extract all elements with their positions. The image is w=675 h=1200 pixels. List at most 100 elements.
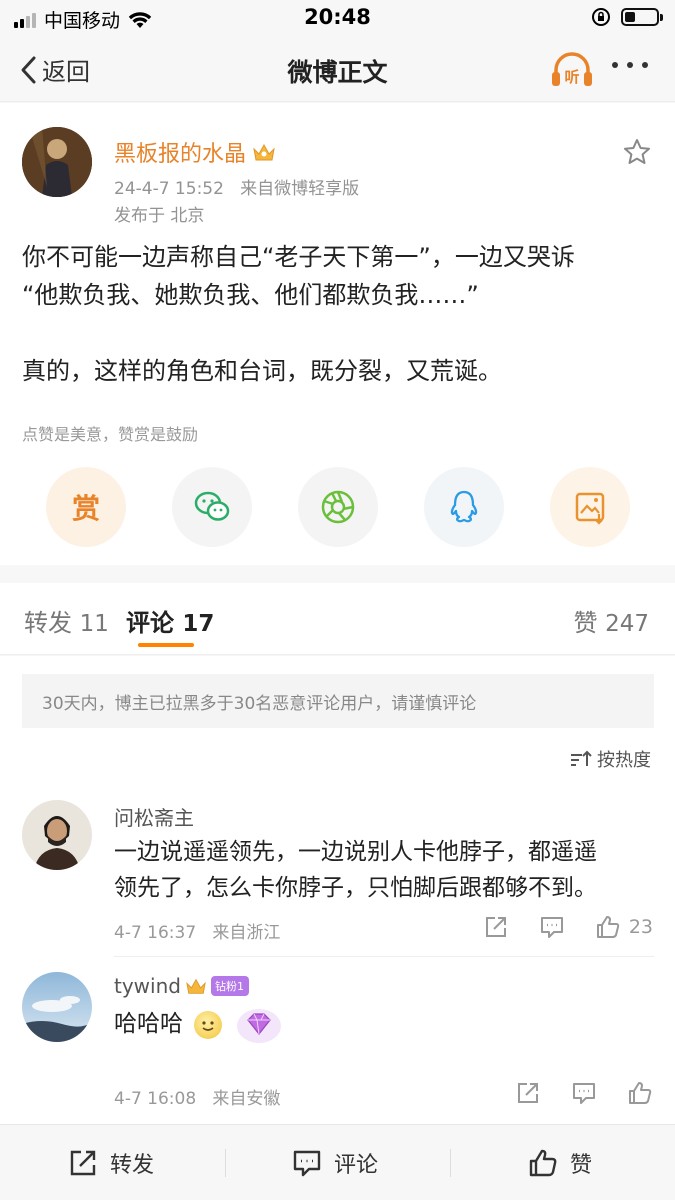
post-content: 你不可能一边声称自己“老子天下第一”，一边又哭诉 “他欺负我、她欺负我、他们都欺…	[22, 238, 662, 390]
image-download-icon	[575, 492, 605, 525]
commenter-name[interactable]: 问松斋主	[114, 802, 194, 831]
share-actions: 赏	[0, 463, 675, 553]
wechat-icon	[194, 491, 230, 521]
tab-comment[interactable]: 评论 17	[126, 603, 214, 638]
nav-bar: 返回 微博正文 听	[0, 36, 675, 102]
post-tabs: 转发 11 评论 17 赞 247	[0, 583, 675, 655]
commenter-name-text: 问松斋主	[114, 806, 194, 830]
post-line: 你不可能一边声称自己“老子天下第一”，一边又哭诉	[22, 243, 575, 271]
post-meta: 24-4-7 15:52 来自微博轻享版	[114, 174, 359, 199]
battery-icon	[621, 8, 663, 26]
repost-button[interactable]: 转发	[68, 1147, 154, 1179]
comment-like-count: 23	[628, 916, 653, 938]
clock: 20:48	[304, 5, 371, 29]
like-label: 赞	[570, 1153, 593, 1178]
comment-time: 4-7 16:37	[114, 923, 197, 943]
smile-emoji-icon	[194, 1010, 223, 1039]
reward-hint: 点赞是美意，赞赏是鼓励	[22, 425, 199, 444]
comment-meta: 4-7 16:08 来自安徽	[114, 1084, 280, 1109]
commenter-avatar[interactable]	[22, 972, 92, 1042]
tab-like-label: 赞	[573, 609, 598, 637]
reply-comment-icon[interactable]	[571, 1080, 597, 1106]
post-card: 黑板报的水晶 24-4-7 15:52 来自微博轻享版 发布于 北京 你不可能一…	[0, 103, 675, 565]
comment-source: 来自安徽	[212, 1089, 281, 1109]
commenter-name[interactable]: tywind 钻粉1	[114, 974, 249, 998]
tab-comment-count: 17	[182, 611, 215, 637]
comment-item: 问松斋主 一边说遥遥领先，一边说别人卡他脖子，都遥遥 领先了，怎么卡你脖子，只怕…	[0, 796, 675, 956]
tab-repost[interactable]: 转发 11	[24, 603, 109, 638]
comment-actions: 23	[483, 914, 653, 940]
commenter-name-text: tywind	[114, 974, 181, 998]
post-line: “他欺负我、她欺负我、他们都欺负我……”	[22, 281, 479, 309]
bottom-action-bar: 转发 评论 赞	[0, 1124, 675, 1200]
comment-text: 哈哈哈	[114, 1006, 654, 1042]
reward-button[interactable]: 赏	[46, 467, 126, 547]
comment-line: 哈哈哈	[114, 1011, 183, 1037]
comment-notice: 30天内，博主已拉黑多于30名恶意评论用户，请谨慎评论	[22, 674, 654, 728]
post-location: 发布于 北京	[114, 206, 205, 226]
like-comment-button[interactable]: 23	[595, 914, 653, 940]
thumbs-up-icon	[596, 916, 620, 938]
weibo-detail-screen: 中国移动 20:48 返回 微博正文 听 黑板报的水晶 24-4-7 15:52…	[0, 0, 675, 1200]
commenter-avatar[interactable]	[22, 800, 92, 870]
comment-time: 4-7 16:08	[114, 1089, 197, 1109]
vip-crown-icon	[186, 978, 206, 994]
share-moments-button[interactable]	[298, 467, 378, 547]
save-image-button[interactable]	[550, 467, 630, 547]
comment-meta: 4-7 16:37 来自浙江	[114, 918, 280, 943]
diamond-gift-icon	[237, 1009, 281, 1043]
more-menu-button[interactable]	[612, 62, 648, 68]
post-source: 来自微博轻享版	[240, 179, 360, 199]
divider	[450, 1149, 451, 1177]
avatar-image	[22, 800, 92, 870]
tab-comment-label: 评论	[126, 609, 174, 637]
share-qq-button[interactable]	[424, 467, 504, 547]
comment-divider	[114, 956, 654, 957]
thumbs-up-icon[interactable]	[627, 1080, 653, 1106]
tab-like[interactable]: 赞 247	[573, 603, 649, 638]
listen-headphones-button[interactable]: 听	[550, 50, 594, 90]
comments-section: 30天内，博主已拉黑多于30名恶意评论用户，请谨慎评论 按热度 问松斋主 一边说…	[0, 656, 675, 1124]
reply-comment-icon[interactable]	[539, 914, 565, 940]
comment-actions	[515, 1080, 653, 1106]
comment-button[interactable]: 评论	[292, 1147, 378, 1179]
post-line: 真的，这样的角色和台词，既分裂，又荒诞。	[22, 357, 502, 385]
tab-repost-count: 11	[79, 611, 109, 637]
author-avatar[interactable]	[22, 127, 92, 197]
like-button[interactable]: 赞	[528, 1147, 592, 1179]
tab-like-count: 247	[605, 611, 649, 637]
avatar-image	[22, 127, 92, 197]
comment-item: tywind 钻粉1 哈哈哈 4-7 16:08 来自安徽	[0, 968, 675, 1118]
active-tab-indicator	[138, 643, 194, 647]
comment-source: 来自浙江	[212, 923, 281, 943]
comment-line: 领先了，怎么卡你脖子，只怕脚后跟都够不到。	[114, 875, 597, 901]
comment-label: 评论	[334, 1153, 379, 1178]
comment-text: 一边说遥遥领先，一边说别人卡他脖子，都遥遥 领先了，怎么卡你脖子，只怕脚后跟都够…	[114, 834, 654, 906]
share-wechat-button[interactable]	[172, 467, 252, 547]
fan-badge: 钻粉1	[210, 976, 249, 996]
repost-icon	[70, 1150, 96, 1176]
reward-label: 赏	[71, 492, 100, 525]
repost-comment-icon[interactable]	[483, 914, 509, 940]
qq-penguin-icon	[450, 490, 478, 523]
comment-icon	[293, 1150, 321, 1177]
sort-label: 按热度	[597, 750, 651, 771]
author-name[interactable]: 黑板报的水晶	[114, 136, 276, 168]
comment-line: 一边说遥遥领先，一边说别人卡他脖子，都遥遥	[114, 839, 597, 865]
repost-comment-icon[interactable]	[515, 1080, 541, 1106]
repost-label: 转发	[110, 1153, 155, 1178]
author-name-text: 黑板报的水晶	[114, 142, 247, 167]
avatar-image	[22, 972, 92, 1042]
post-timestamp: 24-4-7 15:52	[114, 179, 224, 199]
listen-label: 听	[564, 68, 579, 86]
status-bar: 中国移动 20:48	[0, 0, 675, 36]
sort-icon	[571, 750, 592, 766]
favorite-star-icon[interactable]	[622, 137, 652, 167]
status-right	[591, 7, 663, 27]
vip-crown-icon	[253, 143, 275, 161]
divider	[225, 1149, 226, 1177]
thumbs-up-icon	[529, 1149, 557, 1177]
tab-repost-label: 转发	[24, 609, 72, 637]
sort-by-hot-button[interactable]: 按热度	[569, 746, 651, 772]
moments-aperture-icon	[321, 490, 355, 524]
